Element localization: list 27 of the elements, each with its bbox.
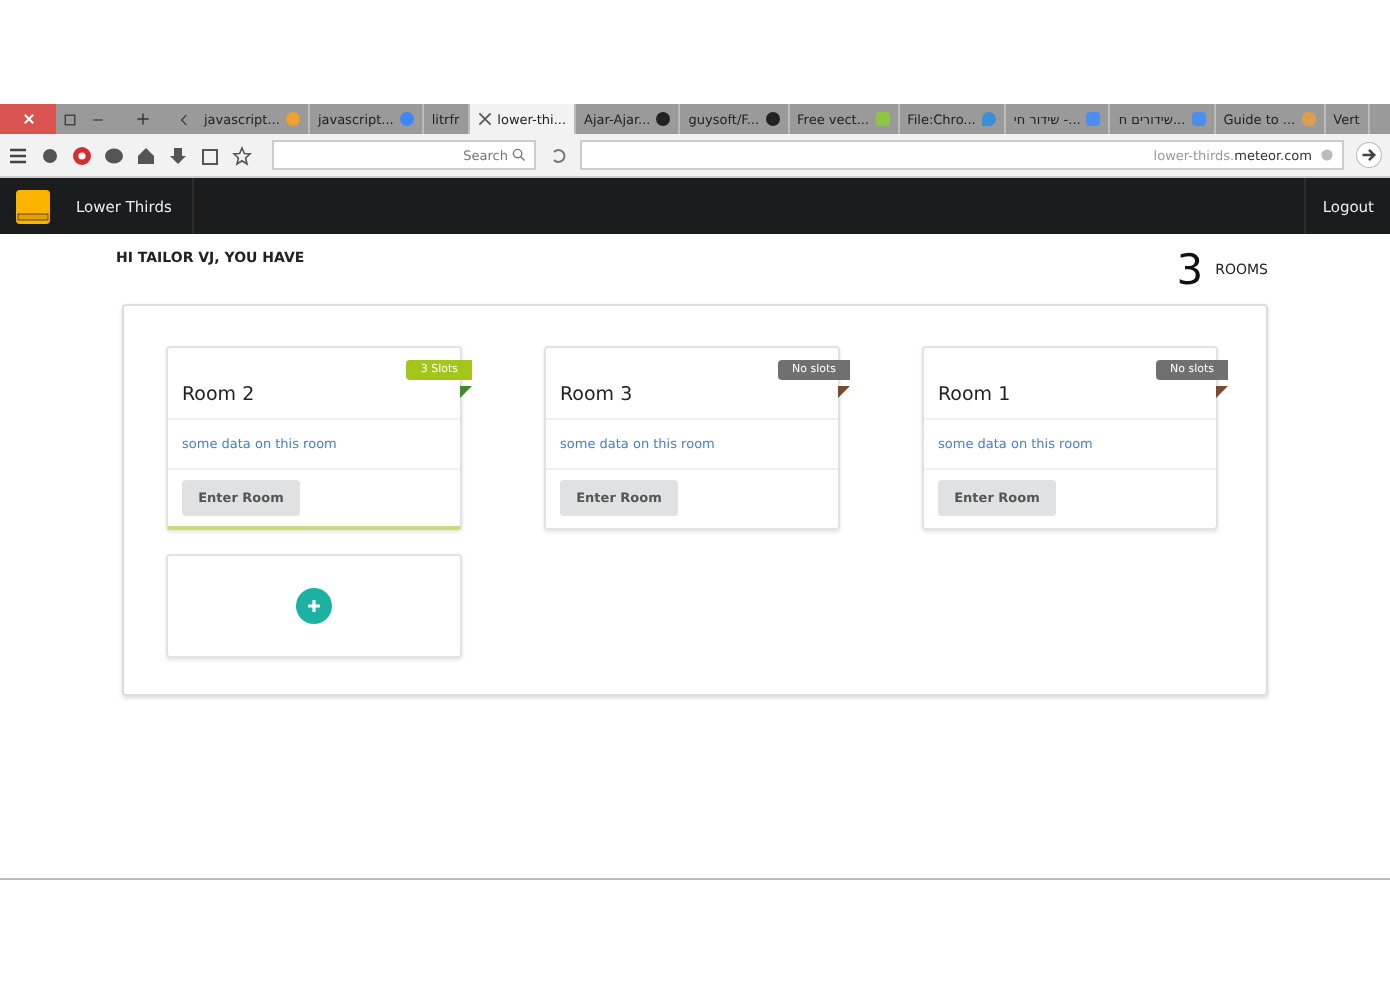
forward-arrow-icon[interactable] [1356,142,1382,168]
tab-icon [765,112,780,126]
tab-icon [1301,112,1316,126]
room-count: 3 [1176,246,1204,294]
search-icon [512,148,526,162]
tab-icon [1191,112,1206,126]
ribbon-fold-icon [838,386,850,398]
ribbon-fold-icon [460,386,472,398]
tab-icon [399,112,414,126]
new-tab-icon[interactable] [135,112,149,126]
ribbon-fold-icon [1216,386,1228,398]
tab-icon [981,112,996,126]
undo-icon[interactable] [548,145,568,165]
logo-icon [16,189,50,223]
close-icon[interactable] [477,112,492,126]
tab-icon [875,112,890,126]
home-icon[interactable] [136,145,156,165]
menu-icon[interactable] [8,145,28,165]
add-icon[interactable] [296,588,332,624]
restore-icon[interactable] [64,113,76,125]
chevron-left-icon[interactable] [178,113,190,125]
download-icon[interactable] [168,145,188,165]
tab-icon [1086,112,1101,126]
star-icon[interactable] [232,145,252,165]
tab-icon [656,112,671,126]
clipboard-icon[interactable] [200,145,220,165]
tab-icon [285,112,300,126]
